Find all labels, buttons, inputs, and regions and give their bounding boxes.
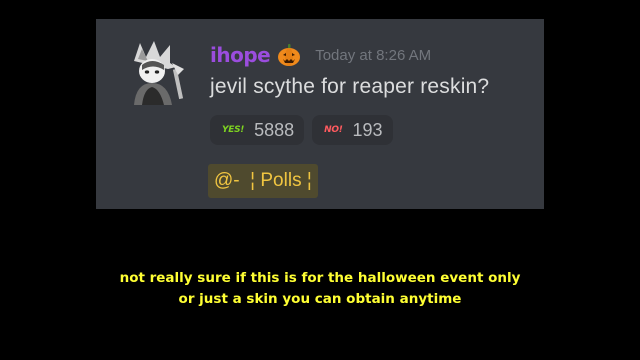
user-avatar[interactable] xyxy=(120,39,188,107)
message-content: jevil scythe for reaper reskin? xyxy=(210,75,490,98)
caption-line-2: or just a skin you can obtain anytime xyxy=(178,291,462,307)
reaction-no[interactable]: NO! 193 xyxy=(312,115,393,145)
message-header: ihope Today at 8:26 AM xyxy=(210,41,431,69)
jack-o-lantern-icon xyxy=(278,44,301,66)
reaction-count: 193 xyxy=(352,119,383,140)
video-caption: not really sure if this is for the hallo… xyxy=(0,268,640,310)
username[interactable]: ihope xyxy=(210,43,271,67)
reaction-count: 5888 xyxy=(254,119,295,140)
yes-emoji-icon: YES! xyxy=(222,125,245,135)
no-emoji-icon: NO! xyxy=(324,125,343,135)
channel-mention-label: @- ¦ Polls ¦ xyxy=(214,170,312,191)
reaction-yes[interactable]: YES! 5888 xyxy=(210,115,305,145)
message-timestamp: Today at 8:26 AM xyxy=(315,46,432,64)
channel-mention[interactable]: @- ¦ Polls ¦ xyxy=(208,164,318,198)
discord-message-card: ihope Today at 8:26 AM jevil scythe for … xyxy=(96,19,544,209)
caption-line-1: not really sure if this is for the hallo… xyxy=(119,270,521,286)
reaction-bar: YES! 5888 NO! 193 xyxy=(210,115,393,145)
